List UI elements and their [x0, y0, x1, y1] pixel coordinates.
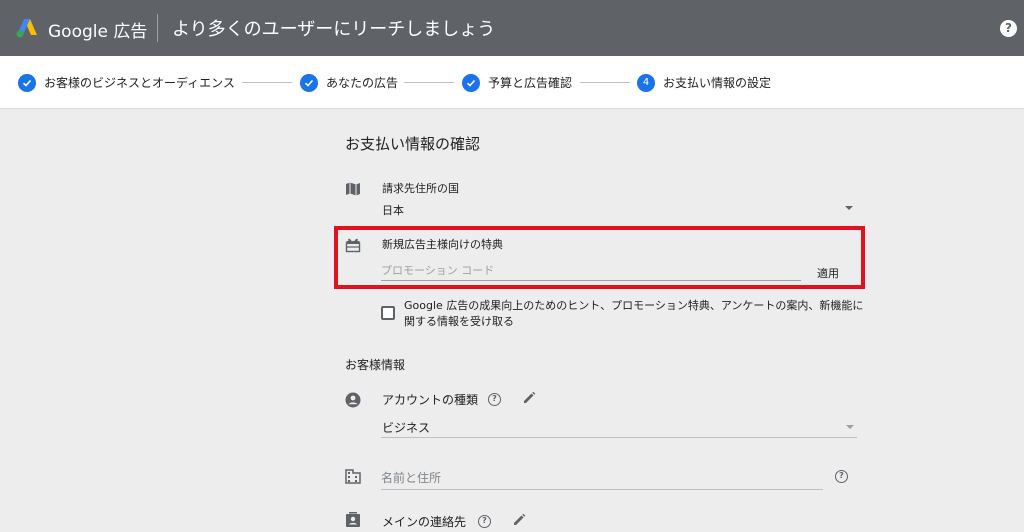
main-contact-label: メインの連絡先: [382, 515, 467, 529]
check-icon: [18, 73, 36, 92]
newsletter-checkbox[interactable]: [381, 306, 395, 320]
map-icon: [346, 182, 360, 196]
help-outline-icon[interactable]: ?: [835, 470, 848, 483]
promo-label: 新規広告主様向けの特典: [382, 238, 503, 251]
step-your-ads[interactable]: あなたの広告: [300, 56, 398, 109]
check-icon: [462, 73, 480, 92]
step-connector: [580, 82, 630, 83]
step-label: お支払い情報の設定: [663, 76, 772, 90]
business-icon: [345, 469, 361, 484]
header-divider: [157, 14, 158, 42]
name-address-input[interactable]: [381, 466, 823, 490]
section-title-payment: お支払い情報の確認: [345, 135, 481, 153]
step-connector: [242, 82, 292, 83]
account-type-label: アカウントの種類: [382, 393, 479, 407]
billing-country-select[interactable]: 日本: [382, 202, 404, 218]
page-title: より多くのユーザーにリーチしましょう: [172, 19, 496, 40]
help-outline-icon[interactable]: ?: [478, 515, 491, 528]
help-icon[interactable]: ?: [1000, 20, 1017, 37]
step-label: あなたの広告: [326, 76, 399, 90]
top-app-bar: Google 広告 より多くのユーザーにリーチしましょう ?: [0, 0, 1024, 56]
step-business-audience[interactable]: お客様のビジネスとオーディエンス: [18, 56, 235, 109]
brand-name: Google 広告: [48, 22, 148, 42]
edit-pencil-icon[interactable]: [522, 391, 536, 405]
contact-card-icon: [346, 512, 360, 527]
section-title-customer: お客様情報: [345, 358, 406, 372]
step-number-badge: 4: [637, 73, 655, 92]
edit-pencil-icon[interactable]: [512, 513, 526, 527]
progress-stepper: お客様のビジネスとオーディエンス あなたの広告 予算と広告確認 4 お支払い情報…: [0, 56, 1024, 109]
help-outline-icon[interactable]: ?: [488, 393, 501, 406]
chevron-down-icon[interactable]: [845, 206, 853, 210]
account-circle-icon: [345, 392, 361, 408]
billing-country-label: 請求先住所の国: [382, 182, 459, 195]
step-label: 予算と広告確認: [488, 76, 573, 90]
step-budget-review[interactable]: 予算と広告確認: [462, 56, 572, 109]
promo-code-input[interactable]: [381, 261, 801, 281]
account-type-underline: [381, 437, 857, 438]
newsletter-checkbox-label: Google 広告の成果向上のためのヒント、プロモーション特典、アンケートの案内…: [404, 299, 864, 328]
account-type-select[interactable]: ビジネス: [382, 419, 430, 436]
chevron-down-icon[interactable]: [846, 425, 854, 429]
check-icon: [300, 73, 318, 92]
step-label: お客様のビジネスとオーディエンス: [44, 76, 235, 90]
apply-promo-button[interactable]: 適用: [817, 265, 839, 281]
step-payment-setup[interactable]: 4 お支払い情報の設定: [637, 56, 771, 109]
google-ads-logo-icon: [16, 19, 37, 38]
step-connector: [404, 82, 454, 83]
gift-icon: [345, 238, 361, 253]
